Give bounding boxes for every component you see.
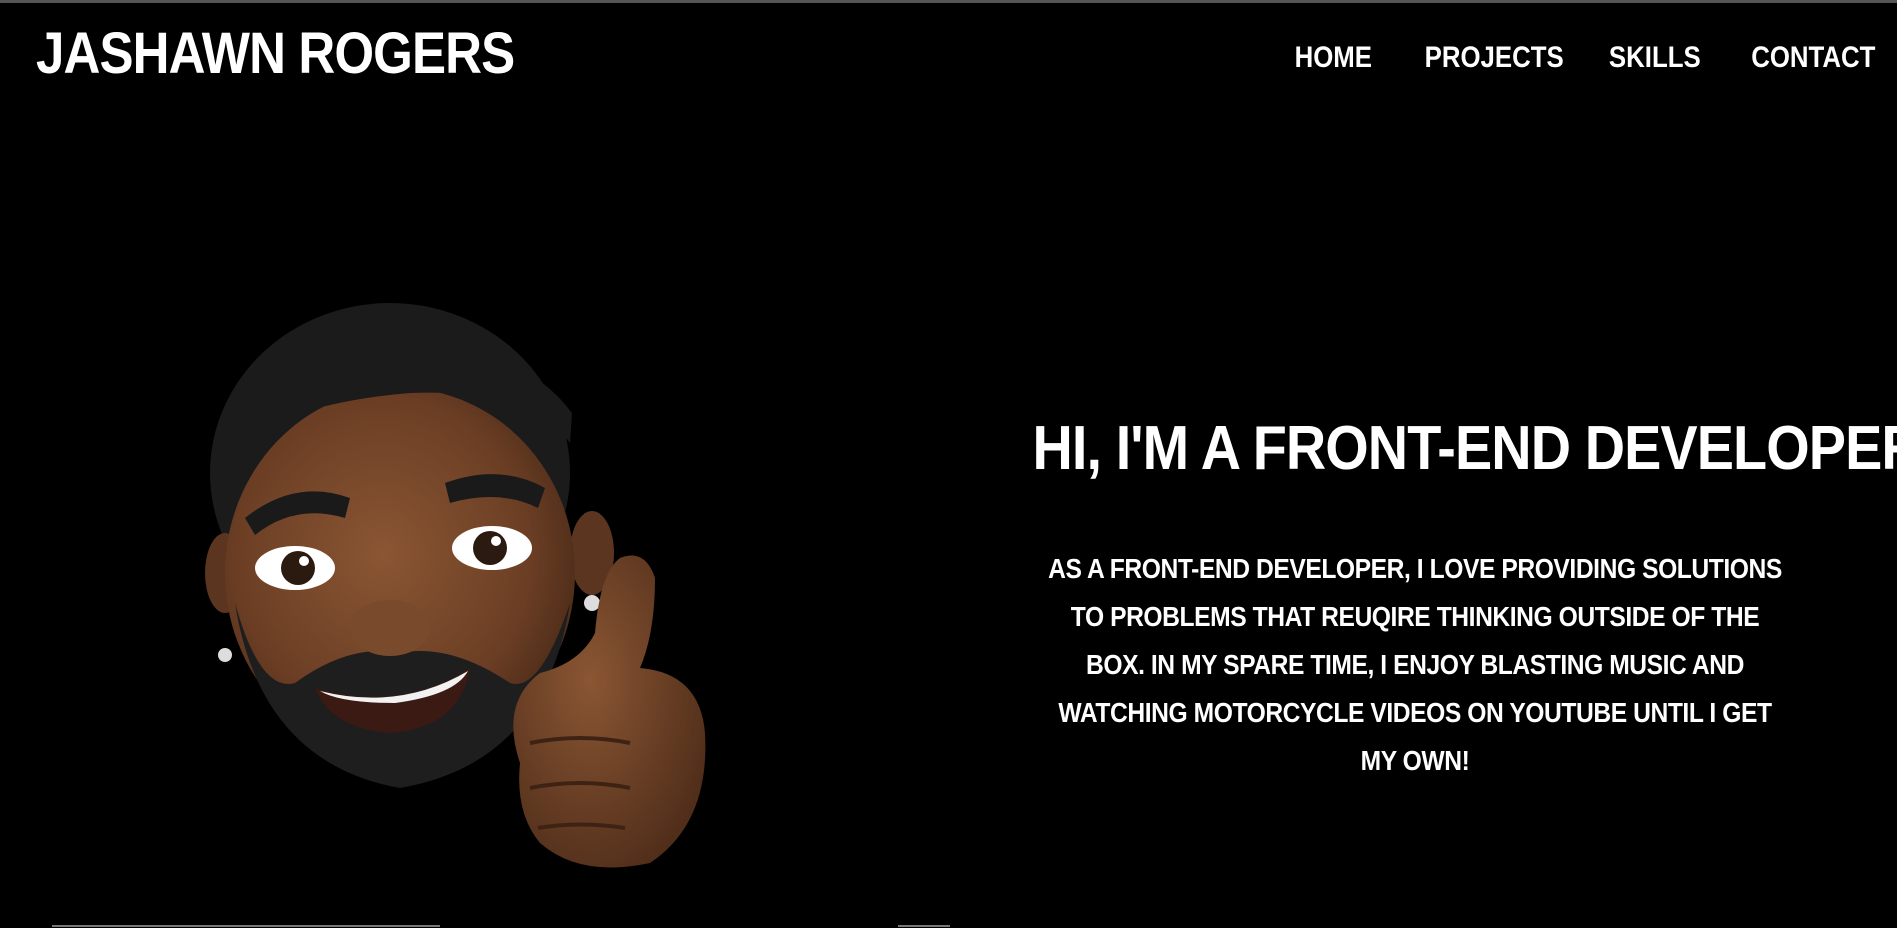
memoji-avatar-image [200,303,760,873]
divider-line [52,925,440,927]
hero-title-text: HI, I'M A FRONT-END DEVELOPER [1032,414,1897,483]
site-logo[interactable]: JASHAWN ROGERS [36,25,515,83]
main-nav: HOME PROJECTS SKILLS CONTACT [1252,43,1875,73]
nav-skills-link[interactable]: SKILLS [1609,43,1701,73]
hero-section: HI, I'M A FRONT-END DEVELOPER| AS A FRON… [990,418,1897,785]
page: JASHAWN ROGERS HOME PROJECTS SKILLS CONT… [0,0,1897,928]
nav-contact-link[interactable]: CONTACT [1751,43,1875,73]
nav-projects-link[interactable]: PROJECTS [1425,43,1564,73]
hero-title: HI, I'M A FRONT-END DEVELOPER| [1033,418,1897,480]
divider-line [898,925,950,927]
nav-home-link[interactable]: HOME [1295,43,1372,73]
site-header: JASHAWN ROGERS HOME PROJECTS SKILLS CONT… [0,3,1897,113]
hero-description: AS A FRONT-END DEVELOPER, I LOVE PROVIDI… [1048,553,1782,776]
